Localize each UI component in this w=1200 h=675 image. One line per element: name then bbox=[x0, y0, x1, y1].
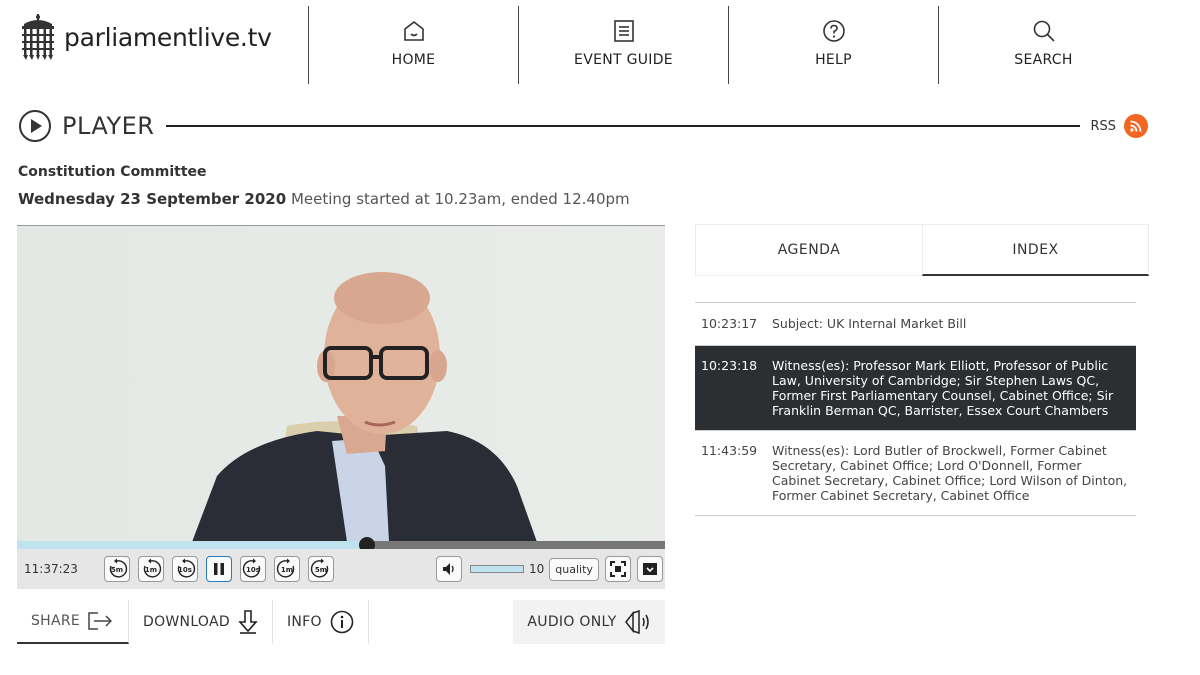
nav-search[interactable]: SEARCH bbox=[938, 6, 1148, 84]
skip-forward-5m-button[interactable]: 5m bbox=[308, 556, 334, 582]
tab-index[interactable]: INDEX bbox=[922, 224, 1149, 276]
fullscreen-button[interactable] bbox=[604, 556, 631, 582]
quality-button[interactable]: quality bbox=[549, 557, 599, 581]
meeting-times: Meeting started at 10.23am, ended 12.40p… bbox=[290, 190, 630, 208]
share-button[interactable]: SHARE bbox=[17, 600, 129, 644]
speaker-icon bbox=[624, 610, 649, 634]
committee-name: Constitution Committee bbox=[18, 164, 207, 180]
skip-forward-5m-label: 5m bbox=[314, 566, 328, 574]
volume-slider[interactable] bbox=[470, 565, 524, 573]
skip-back-10s-label: 10s bbox=[178, 566, 192, 574]
mute-button[interactable] bbox=[436, 556, 462, 582]
skip-back-1m-label: 1m bbox=[144, 566, 158, 574]
video-still bbox=[17, 226, 665, 541]
video-frame[interactable] bbox=[17, 225, 665, 541]
skip-forward-10s-button[interactable]: 10s bbox=[240, 556, 266, 582]
index-list: 10:23:17 Subject: UK Internal Market Bil… bbox=[695, 302, 1136, 516]
meeting-info: Wednesday 23 September 2020 Meeting star… bbox=[18, 190, 630, 208]
help-icon bbox=[822, 20, 845, 42]
main-nav: HOME EVENT GUIDE HELP SEARCH bbox=[308, 6, 1148, 84]
current-time: 11:37:23 bbox=[24, 562, 78, 576]
site-logo[interactable]: parliamentlive.tv bbox=[18, 14, 272, 60]
skip-back-10s-button[interactable]: 10s bbox=[172, 556, 198, 582]
player-controls: 11:37:23 5m 1m 10s 10s 1m 5m 10 quality bbox=[17, 549, 665, 589]
index-item-text: Witness(es): Professor Mark Elliott, Pro… bbox=[772, 358, 1114, 418]
volume-value: 10 bbox=[529, 562, 545, 576]
skip-back-5m-button[interactable]: 5m bbox=[104, 556, 130, 582]
index-item-text: Witness(es): Lord Butler of Brockwell, F… bbox=[772, 443, 1128, 503]
index-item-active[interactable]: 10:23:18 Witness(es): Professor Mark Ell… bbox=[695, 346, 1136, 431]
info-button[interactable]: INFO bbox=[273, 600, 369, 644]
index-item[interactable]: 10:23:17 Subject: UK Internal Market Bil… bbox=[695, 303, 1136, 346]
search-icon bbox=[1033, 20, 1055, 42]
progress-bar[interactable] bbox=[17, 537, 665, 553]
skip-back-1m-button[interactable]: 1m bbox=[138, 556, 164, 582]
skip-back-5m-label: 5m bbox=[110, 566, 124, 574]
heading-rule bbox=[166, 125, 1081, 127]
meeting-date: Wednesday 23 September 2020 bbox=[18, 190, 287, 208]
nav-help-label: HELP bbox=[815, 52, 852, 68]
portcullis-icon bbox=[22, 14, 54, 60]
index-item-time: 10:23:17 bbox=[701, 316, 758, 331]
player-heading: PLAYER RSS bbox=[18, 108, 1148, 144]
rss-label[interactable]: RSS bbox=[1090, 119, 1116, 134]
nav-search-label: SEARCH bbox=[1014, 52, 1073, 68]
skip-forward-10s-label: 10s bbox=[246, 566, 260, 574]
site-header: parliamentlive.tv HOME EVENT GUIDE HELP … bbox=[0, 0, 1200, 90]
popout-icon bbox=[642, 563, 657, 575]
home-icon bbox=[403, 20, 424, 41]
download-icon bbox=[238, 610, 258, 634]
nav-home[interactable]: HOME bbox=[308, 6, 518, 84]
share-label: SHARE bbox=[31, 613, 81, 629]
play-circle-icon bbox=[19, 110, 51, 142]
download-button[interactable]: DOWNLOAD bbox=[129, 600, 273, 644]
info-icon bbox=[330, 610, 354, 634]
nav-event-guide[interactable]: EVENT GUIDE bbox=[518, 6, 728, 84]
index-item-text: Subject: UK Internal Market Bill bbox=[772, 316, 967, 331]
rss-icon[interactable] bbox=[1124, 114, 1148, 138]
skip-forward-1m-button[interactable]: 1m bbox=[274, 556, 300, 582]
audio-only-label: AUDIO ONLY bbox=[527, 614, 617, 630]
tab-agenda[interactable]: AGENDA bbox=[695, 224, 922, 276]
skip-forward-1m-label: 1m bbox=[280, 566, 294, 574]
popout-button[interactable] bbox=[636, 556, 663, 582]
index-item-time: 11:43:59 bbox=[701, 443, 758, 458]
info-label: INFO bbox=[286, 614, 322, 630]
panel-tabs: AGENDA INDEX bbox=[695, 224, 1149, 276]
audio-only-button[interactable]: AUDIO ONLY bbox=[513, 600, 665, 644]
player-title: PLAYER bbox=[62, 112, 155, 140]
event-guide-icon bbox=[613, 20, 634, 42]
pause-button[interactable] bbox=[206, 556, 232, 582]
index-item[interactable]: 11:43:59 Witness(es): Lord Butler of Bro… bbox=[695, 431, 1136, 516]
fullscreen-icon bbox=[609, 561, 626, 577]
progress-fill bbox=[17, 541, 367, 549]
nav-help[interactable]: HELP bbox=[728, 6, 938, 84]
logo-text: parliamentlive.tv bbox=[64, 22, 272, 52]
index-item-time: 10:23:18 bbox=[701, 358, 758, 373]
download-label: DOWNLOAD bbox=[143, 614, 230, 630]
pause-icon bbox=[214, 563, 224, 575]
share-icon bbox=[88, 612, 113, 630]
video-actions: SHARE DOWNLOAD INFO bbox=[17, 600, 369, 644]
nav-home-label: HOME bbox=[391, 52, 436, 68]
nav-event-guide-label: EVENT GUIDE bbox=[574, 52, 673, 68]
volume-icon bbox=[443, 563, 454, 575]
